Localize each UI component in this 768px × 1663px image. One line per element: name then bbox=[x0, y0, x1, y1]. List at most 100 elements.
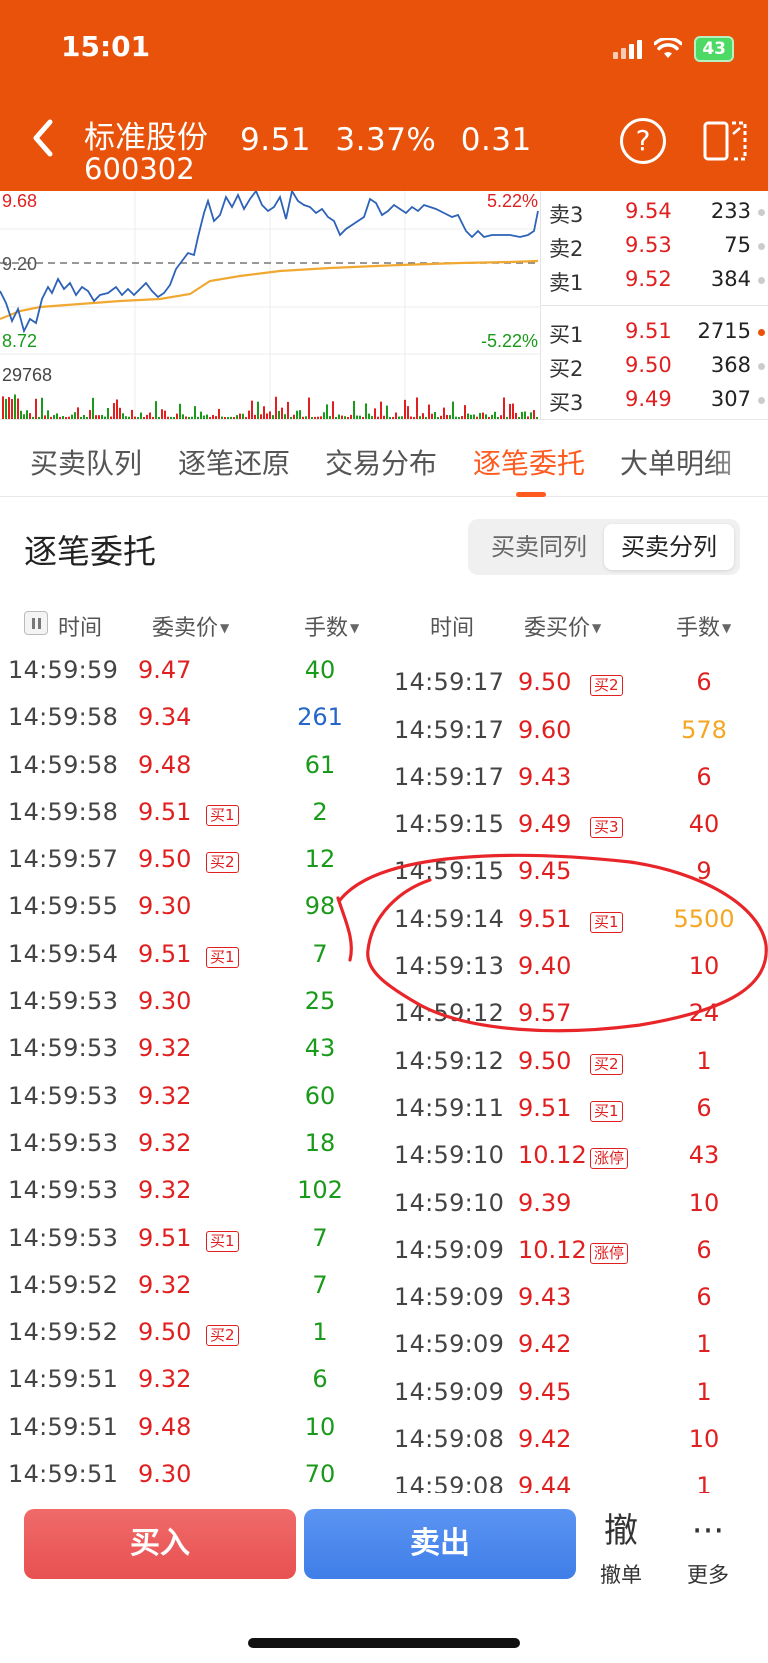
volume-bar bbox=[509, 403, 511, 419]
bid-price: 9.49 bbox=[625, 387, 672, 411]
volume-bar bbox=[200, 411, 202, 419]
order-qty: 1 bbox=[696, 1377, 712, 1406]
volume-bar bbox=[308, 397, 310, 419]
order-level-badge: 买2 bbox=[590, 675, 623, 697]
sell-orders-inner: 14:59:59 9.47 40 14:59:58 9.34 261 14:59:58 9.4… bbox=[0, 648, 360, 1493]
order-level-badge: 买1 bbox=[206, 1230, 239, 1252]
volume-bar bbox=[533, 410, 535, 419]
order-row: 14:59:58 9.48 61 bbox=[0, 743, 360, 790]
volume-bar bbox=[374, 408, 376, 419]
order-row: 14:59:58 9.34 261 bbox=[0, 695, 360, 742]
cancel-icon: 撤 bbox=[604, 1511, 638, 1551]
buy-qty-header[interactable]: 手数 ▼ bbox=[676, 610, 731, 642]
volume-bar bbox=[416, 397, 418, 419]
volume-bar bbox=[161, 409, 163, 419]
sell-button[interactable]: 卖出 bbox=[304, 1509, 576, 1579]
cancel-order-button[interactable]: 撤 撤单 bbox=[586, 1509, 656, 1589]
order-price: 9.32 bbox=[138, 1128, 192, 1157]
order-time: 14:59:15 bbox=[394, 857, 505, 886]
volume-bar bbox=[26, 410, 28, 419]
order-price: 9.32 bbox=[138, 1365, 192, 1394]
order-price: 9.43 bbox=[518, 1283, 572, 1312]
order-time: 14:59:17 bbox=[394, 668, 505, 697]
order-qty: 10 bbox=[304, 1412, 336, 1441]
landscape-switch-icon[interactable] bbox=[702, 120, 748, 162]
volume-bar bbox=[89, 410, 91, 419]
sell-time-header: 时间 bbox=[58, 616, 103, 641]
order-time: 14:59:11 bbox=[394, 1093, 505, 1122]
volume-bar bbox=[404, 399, 406, 419]
order-row: 14:59:58 9.51 买1 2 bbox=[0, 790, 360, 837]
ask-price: 9.52 bbox=[625, 267, 672, 291]
buy-price-header[interactable]: 委买价 ▼ bbox=[524, 610, 601, 642]
order-price: 9.32 bbox=[138, 1270, 192, 1299]
order-qty: 25 bbox=[304, 987, 336, 1016]
more-label: 更多 bbox=[687, 1563, 729, 1587]
volume-bar bbox=[116, 399, 118, 419]
volume-bar bbox=[386, 405, 388, 419]
pause-icon[interactable] bbox=[24, 611, 48, 635]
order-price: 9.50 bbox=[518, 668, 572, 697]
order-qty: 7 bbox=[312, 1270, 328, 1299]
order-price: 9.40 bbox=[518, 952, 572, 981]
layout-segmented-control: 买卖同列 买卖分列 bbox=[468, 519, 740, 575]
order-level-badge: 买1 bbox=[206, 946, 239, 968]
segment-split-columns[interactable]: 买卖分列 bbox=[604, 524, 734, 570]
ask-row-2: 卖2 9.53 75 bbox=[541, 229, 768, 263]
order-level-badge: 涨停 bbox=[590, 1148, 629, 1170]
stock-detail-page: 15:01 43 标准股份 600302 9.51 3.37% 0.31 ? 9… bbox=[0, 0, 768, 1663]
order-price: 9.30 bbox=[138, 987, 192, 1016]
intraday-chart[interactable]: 9.68 9.20 8.72 5.22% -5.22% 29768 bbox=[0, 191, 540, 419]
segment-same-column[interactable]: 买卖同列 bbox=[474, 524, 604, 570]
buy-orders-list[interactable]: 14:59:17 9.43 2 14:59:17 9.50 买2 6 14:59:17 9.60… bbox=[370, 648, 768, 1493]
order-row: 14:59:09 10.12 涨停 6 bbox=[370, 1228, 768, 1275]
order-level-badge: 买1 bbox=[206, 804, 239, 826]
order-level-badge: 买1 bbox=[590, 911, 623, 933]
sell-price-header[interactable]: 委卖价 ▼ bbox=[152, 610, 229, 642]
order-book[interactable]: 卖3 9.54 233 卖2 9.53 75 卖1 9.52 384 买1 9.… bbox=[540, 191, 768, 419]
order-row: 14:59:09 9.43 6 bbox=[370, 1275, 768, 1322]
volume-bar bbox=[452, 401, 454, 419]
volume-bar bbox=[275, 396, 277, 419]
tab-restore[interactable]: 逐笔还原 bbox=[178, 442, 290, 482]
back-arrow-icon[interactable] bbox=[28, 118, 58, 158]
sell-orders-list[interactable]: 14:59:59 9.47 40 14:59:58 9.34 261 14:59:58 9.4… bbox=[0, 648, 360, 1493]
order-row: 14:59:13 9.40 10 bbox=[370, 944, 768, 991]
more-button[interactable]: ··· 更多 bbox=[673, 1509, 743, 1589]
order-price: 9.32 bbox=[138, 1176, 192, 1205]
order-level-badge: 买2 bbox=[206, 1325, 239, 1347]
volume-bar bbox=[17, 398, 19, 419]
order-row: 14:59:53 9.32 60 bbox=[0, 1074, 360, 1121]
quote-line: 9.51 3.37% 0.31 bbox=[240, 122, 546, 158]
ask-volume: 384 bbox=[710, 267, 751, 291]
volume-bar bbox=[299, 410, 301, 419]
order-row: 14:59:53 9.51 买1 7 bbox=[0, 1216, 360, 1263]
help-icon[interactable]: ? bbox=[620, 118, 666, 164]
order-time: 14:59:58 bbox=[8, 797, 119, 826]
volume-bar bbox=[428, 404, 430, 419]
order-price: 9.50 bbox=[138, 1318, 192, 1347]
home-indicator bbox=[248, 1638, 520, 1648]
order-row: 14:59:51 9.32 6 bbox=[0, 1357, 360, 1404]
stock-code: 600302 bbox=[84, 152, 195, 186]
order-price: 9.44 bbox=[518, 1472, 572, 1493]
sell-qty-header[interactable]: 手数 ▼ bbox=[304, 610, 359, 642]
order-row: 14:59:51 9.48 10 bbox=[0, 1405, 360, 1452]
volume-bar bbox=[494, 411, 496, 419]
tab-order-by-order[interactable]: 逐笔委托 bbox=[473, 442, 585, 482]
bid-row-3: 买3 9.49 307 bbox=[541, 383, 768, 417]
order-row: 14:59:59 9.47 40 bbox=[0, 648, 360, 695]
order-time: 14:59:17 bbox=[394, 648, 504, 649]
status-time: 15:01 bbox=[61, 30, 151, 63]
tab-distribution[interactable]: 交易分布 bbox=[325, 442, 437, 482]
volume-bar bbox=[503, 397, 505, 419]
order-time: 14:59:53 bbox=[8, 1176, 119, 1205]
sort-caret-icon: ▼ bbox=[722, 621, 732, 635]
bid-volume: 368 bbox=[710, 353, 751, 377]
volume-bar bbox=[155, 401, 157, 419]
buy-button[interactable]: 买入 bbox=[24, 1509, 296, 1579]
tab-queue[interactable]: 买卖队列 bbox=[30, 442, 142, 482]
order-qty: 61 bbox=[304, 750, 336, 779]
book-divider bbox=[541, 305, 768, 306]
order-row: 14:59:14 9.51 买1 5500 bbox=[370, 897, 768, 944]
